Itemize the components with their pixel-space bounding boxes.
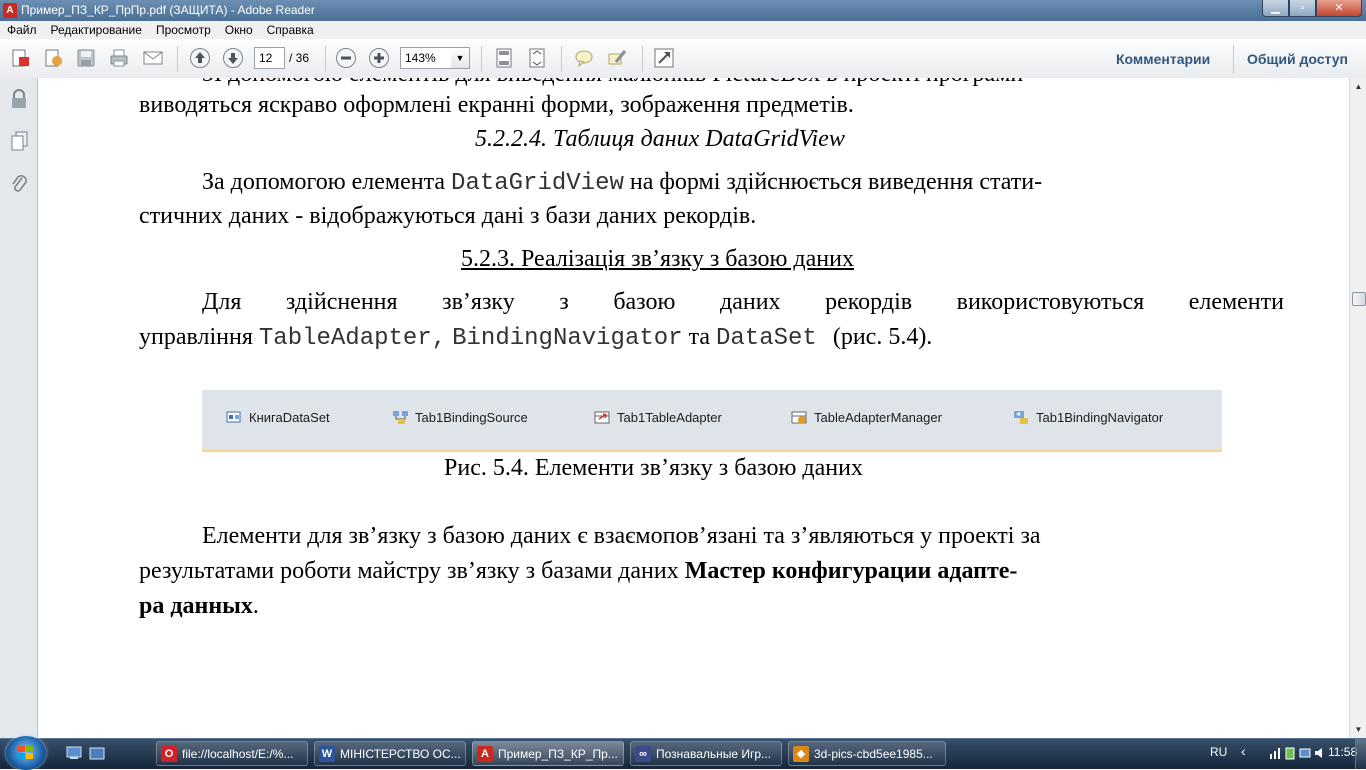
- opera-icon: O: [161, 745, 177, 762]
- zoom-out-icon[interactable]: [334, 47, 358, 69]
- figure-component-tray: КнигаDataSet Tab1BindingSource Tab1Table…: [202, 390, 1222, 452]
- menu-view[interactable]: Просмотр: [149, 23, 218, 37]
- page-number-input[interactable]: 12: [254, 47, 285, 69]
- print-icon[interactable]: [107, 47, 131, 69]
- clock[interactable]: 11:58: [1328, 745, 1357, 759]
- show-hidden-icons-chevron[interactable]: ‹: [1241, 743, 1246, 759]
- fit-page-icon[interactable]: [492, 47, 516, 69]
- menu-edit[interactable]: Редактирование: [44, 23, 149, 37]
- next-page-icon[interactable]: [221, 47, 245, 69]
- minimize-button[interactable]: ▁: [1262, 0, 1289, 17]
- maximize-button[interactable]: ▫: [1289, 0, 1316, 17]
- doc-paragraph-line: Елементи для зв’язку з базою даних є вза…: [202, 523, 1041, 549]
- taskbar-item-browser[interactable]: ∞ Познавальные Игр...: [630, 741, 782, 766]
- component-item: Tab1TableAdapter: [594, 407, 722, 427]
- start-button[interactable]: [6, 736, 46, 770]
- image-viewer-icon: ◆: [793, 745, 809, 762]
- window-title: Пример_ПЗ_КР_ПрПр.pdf (ЗАЩИТА) - Adobe R…: [21, 3, 315, 17]
- doc-paragraph-line: За допомогою елемента DataGridView на фо…: [202, 169, 1043, 197]
- doc-paragraph-line-justified: Для здійснення зв’язку з базою даних рек…: [202, 289, 1284, 315]
- volume-icon[interactable]: [1314, 746, 1326, 760]
- adobe-reader-icon: A: [477, 745, 493, 762]
- toolbar-separator: [642, 46, 643, 72]
- switch-windows-icon[interactable]: [89, 746, 105, 760]
- toolbar-separator: [177, 46, 178, 72]
- zoom-dropdown-arrow[interactable]: ▼: [451, 47, 470, 69]
- taskbar-item-image[interactable]: ◆ 3d-pics-cbd5ee1985...: [788, 741, 946, 766]
- menu-help[interactable]: Справка: [260, 23, 321, 37]
- language-indicator[interactable]: RU: [1210, 745, 1227, 759]
- previous-page-icon[interactable]: [188, 47, 212, 69]
- fit-width-icon[interactable]: [525, 47, 549, 69]
- code-dataset: DataSet: [716, 325, 817, 352]
- show-desktop-quicklaunch-icon[interactable]: [66, 746, 82, 760]
- zoom-level-input[interactable]: 143%: [400, 47, 452, 69]
- toolbar-separator: [481, 46, 482, 72]
- vertical-scrollbar[interactable]: ▲ ▼: [1349, 78, 1366, 738]
- attachment-paperclip-icon[interactable]: [9, 173, 29, 195]
- scroll-down-arrow[interactable]: ▼: [1350, 721, 1366, 738]
- email-icon[interactable]: [141, 47, 165, 69]
- share-link[interactable]: Общий доступ: [1247, 51, 1348, 67]
- doc-heading-5224: 5.2.2.4. Таблиця даних DataGridView: [475, 126, 845, 152]
- zoom-in-icon[interactable]: [367, 47, 391, 69]
- navigation-panel: [0, 78, 38, 738]
- toolbar-separator: [1233, 45, 1234, 73]
- taskbar-item-word[interactable]: W МІНІСТЕРСТВО ОС...: [314, 741, 466, 766]
- figure-caption: Рис. 5.4. Елементи зв’язку з базою даних: [444, 455, 863, 481]
- lock-icon[interactable]: [9, 88, 29, 110]
- create-pdf-icon[interactable]: [8, 47, 32, 69]
- toolbar: 12 / 36 143% ▼ Комментарии Общий доступ: [0, 39, 1366, 79]
- toolbar-separator: [561, 46, 562, 72]
- word-icon: W: [319, 745, 335, 762]
- save-icon[interactable]: [74, 47, 98, 69]
- adobe-reader-icon: A: [3, 3, 17, 18]
- table-adapter-icon: [594, 409, 612, 425]
- doc-paragraph-line: ра данных.: [139, 593, 259, 619]
- browser-icon: ∞: [635, 745, 651, 762]
- show-desktop-button[interactable]: [1355, 739, 1366, 769]
- page-total: / 36: [289, 51, 310, 65]
- windows-logo-icon: [18, 746, 33, 759]
- fullscreen-icon[interactable]: [652, 47, 676, 69]
- window-title-bar: A Пример_ПЗ_КР_ПрПр.pdf (ЗАЩИТА) - Adobe…: [0, 0, 1366, 21]
- battery-icon[interactable]: [1284, 746, 1296, 760]
- toolbar-separator: [325, 46, 326, 72]
- component-item: КнигаDataSet: [226, 407, 330, 427]
- bold-wizard-name: Мастер конфигурации адапте-: [684, 558, 1018, 584]
- binding-navigator-icon: [1013, 409, 1031, 425]
- highlight-pen-icon[interactable]: [605, 47, 629, 69]
- code-tableadapter: TableAdapter,: [258, 325, 447, 352]
- comment-icon[interactable]: [572, 47, 596, 69]
- display-icon[interactable]: [1299, 746, 1311, 760]
- pages-icon[interactable]: [9, 130, 29, 152]
- component-item: Tab1BindingSource: [392, 407, 528, 427]
- code-bindingnavigator: BindingNavigator: [452, 325, 683, 352]
- table-adapter-manager-icon: [791, 409, 809, 425]
- edit-pdf-icon[interactable]: [41, 47, 65, 69]
- doc-heading-523: 5.2.3. Реалізація зв’язку з базою даних: [461, 246, 854, 272]
- doc-paragraph-line: результатами роботи майстру зв’язку з ба…: [139, 558, 1018, 584]
- taskbar-item-adobe-reader[interactable]: A Пример_ПЗ_КР_Пр...: [472, 741, 624, 766]
- component-item: Tab1BindingNavigator: [1013, 407, 1163, 427]
- scrollbar-thumb[interactable]: [1352, 292, 1366, 306]
- comments-link[interactable]: Комментарии: [1116, 51, 1210, 67]
- menu-window[interactable]: Окно: [218, 23, 260, 37]
- component-item: TableAdapterManager: [791, 407, 942, 427]
- doc-paragraph-line: стичних даних - відображуються дані з ба…: [139, 203, 757, 229]
- menu-file[interactable]: Файл: [0, 23, 44, 37]
- doc-partial-line: ЗІ допомогою елементів для виведення мал…: [202, 78, 1023, 88]
- taskbar-item-opera[interactable]: O file://localhost/E:/%...: [156, 741, 308, 766]
- code-datagridview: DataGridView: [451, 170, 624, 197]
- network-icon[interactable]: [1269, 746, 1281, 760]
- doc-paragraph-line: управління TableAdapter, BindingNavigato…: [139, 324, 933, 352]
- doc-line: виводяться яскраво оформлені екранні фор…: [139, 92, 854, 118]
- close-button[interactable]: ✕: [1316, 0, 1362, 17]
- binding-source-icon: [392, 409, 410, 425]
- scroll-up-arrow[interactable]: ▲: [1350, 78, 1366, 95]
- dataset-icon: [226, 409, 244, 425]
- document-view[interactable]: ЗІ допомогою елементів для виведення мал…: [38, 78, 1349, 738]
- menu-bar: Файл Редактирование Просмотр Окно Справк…: [0, 21, 1366, 40]
- windows-taskbar: O file://localhost/E:/%... W МІНІСТЕРСТВ…: [0, 736, 1366, 770]
